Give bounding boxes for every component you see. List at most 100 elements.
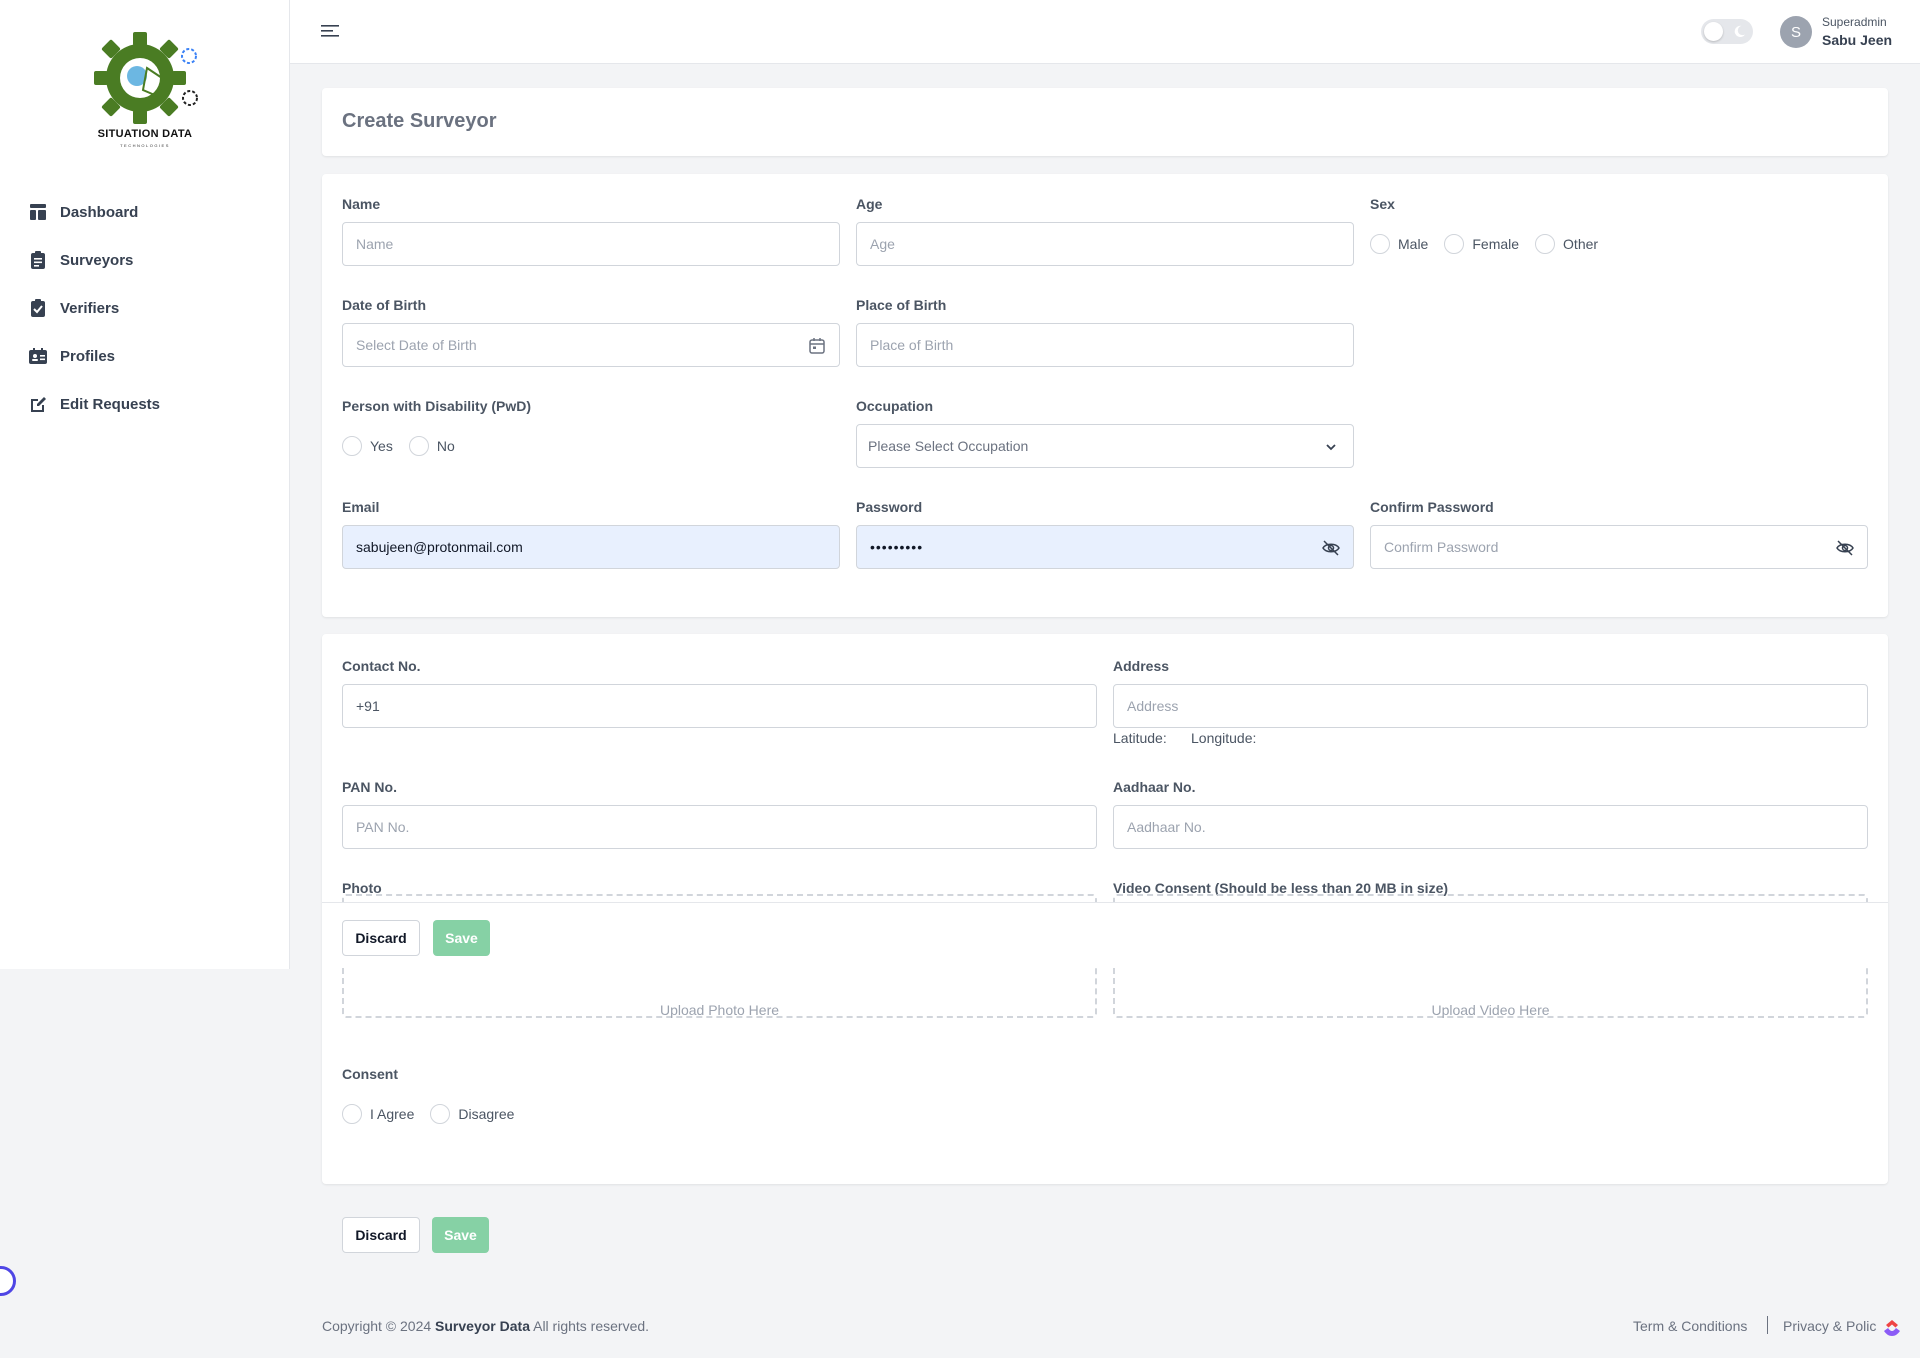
- page-title-card: Create Surveyor: [322, 88, 1888, 156]
- floating-ring-icon[interactable]: [0, 1266, 16, 1296]
- company-name: Surveyor Data: [435, 1318, 530, 1334]
- gear-logo-icon: [94, 32, 198, 124]
- clipboard-list-icon: [31, 251, 45, 269]
- calendar-icon[interactable]: [807, 336, 827, 356]
- user-role: Superadmin: [1822, 15, 1887, 29]
- toggle-knob: [1704, 22, 1723, 41]
- radio-label: I Agree: [370, 1106, 415, 1122]
- brand-tagline: TECHNOLOGIES: [120, 143, 170, 148]
- contact-label: Contact No.: [342, 658, 421, 674]
- longitude-label: Longitude:: [1191, 730, 1257, 746]
- copyright-suffix: All rights reserved.: [533, 1318, 650, 1334]
- radio-circle: [1535, 234, 1556, 254]
- eye-off-icon[interactable]: [1835, 538, 1855, 558]
- confirm-password-input[interactable]: Confirm Password: [1370, 525, 1868, 569]
- brand-logo[interactable]: SITUATION DATA TECHNOLOGIES: [85, 28, 205, 152]
- password-label: Password: [856, 499, 923, 515]
- pob-input[interactable]: Place of Birth: [856, 323, 1354, 367]
- sidebar-item-label: Edit Requests: [60, 395, 161, 413]
- pwd-label: Person with Disability (PwD): [342, 398, 532, 414]
- pwd-yes-radio[interactable]: Yes: [342, 436, 393, 456]
- video-dropzone-text: Upload Video Here: [1431, 1002, 1550, 1018]
- occupation-label: Occupation: [856, 398, 934, 414]
- radio-circle: [1444, 234, 1465, 254]
- radio-label: Female: [1472, 236, 1520, 252]
- pan-input[interactable]: PAN No.: [342, 805, 1097, 849]
- save-button[interactable]: Save: [433, 920, 490, 956]
- sidebar-item-verifiers[interactable]: Verifiers: [28, 284, 160, 332]
- email-input[interactable]: sabujeen@protonmail.com: [342, 525, 840, 569]
- sex-label: Sex: [1370, 196, 1395, 212]
- contact-input[interactable]: +91: [342, 684, 1097, 728]
- radio-circle: [430, 1104, 451, 1124]
- footer-divider: [1767, 1316, 1768, 1334]
- confirm-password-placeholder: Confirm Password: [1384, 539, 1499, 555]
- sex-male-radio[interactable]: Male: [1370, 234, 1428, 254]
- id-card-icon: [29, 348, 47, 364]
- consent-disagree-radio[interactable]: Disagree: [430, 1104, 514, 1124]
- sidebar-item-surveyors[interactable]: Surveyors: [28, 236, 160, 284]
- consent-label: Consent: [342, 1066, 398, 1082]
- radio-label: Other: [1563, 236, 1599, 252]
- address-label: Address: [1113, 658, 1170, 674]
- consent-agree-radio[interactable]: I Agree: [342, 1104, 414, 1124]
- sidebar-item-profiles[interactable]: Profiles: [28, 332, 160, 380]
- eye-off-icon[interactable]: [1321, 538, 1341, 558]
- save-button-bottom[interactable]: Save: [432, 1217, 489, 1253]
- email-label: Email: [342, 499, 380, 515]
- sidebar-item-dashboard[interactable]: Dashboard: [28, 188, 160, 236]
- dob-label: Date of Birth: [342, 297, 426, 313]
- clickup-icon[interactable]: [1880, 1316, 1904, 1340]
- discard-button[interactable]: Discard: [342, 920, 420, 956]
- occupation-select[interactable]: Please Select Occupation: [856, 424, 1354, 468]
- sidebar-item-label: Profiles: [60, 347, 116, 365]
- user-name[interactable]: Sabu Jeen: [1822, 32, 1892, 48]
- copyright: Copyright © 2024 Surveyor Data All right…: [322, 1318, 649, 1334]
- sex-other-radio[interactable]: Other: [1535, 234, 1598, 254]
- sticky-action-bar: Discard Save: [322, 902, 1888, 966]
- password-value: •••••••••: [870, 539, 924, 555]
- chevron-down-icon: [1326, 444, 1336, 451]
- radio-label: Yes: [370, 438, 393, 454]
- dashboard-icon: [30, 204, 46, 220]
- name-label: Name: [342, 196, 381, 212]
- name-input[interactable]: Name: [342, 222, 840, 266]
- terms-link[interactable]: Term & Conditions: [1633, 1318, 1747, 1334]
- address-input[interactable]: Address: [1113, 684, 1868, 728]
- dob-input[interactable]: Select Date of Birth: [342, 323, 840, 367]
- age-input[interactable]: Age: [856, 222, 1354, 266]
- moon-icon: [1734, 25, 1746, 38]
- dob-placeholder: Select Date of Birth: [356, 337, 477, 353]
- pan-label: PAN No.: [342, 779, 397, 795]
- sidebar-nav: Dashboard Surveyors Verifiers Profiles E…: [28, 188, 160, 428]
- latitude-label: Latitude:: [1113, 730, 1167, 746]
- radio-label: No: [436, 438, 455, 454]
- discard-button-bottom[interactable]: Discard: [342, 1217, 420, 1253]
- aadhaar-input[interactable]: Aadhaar No.: [1113, 805, 1868, 849]
- pob-label: Place of Birth: [856, 297, 947, 313]
- sidebar-item-edit-requests[interactable]: Edit Requests: [28, 380, 160, 428]
- menu-icon[interactable]: [320, 21, 340, 41]
- pwd-no-radio[interactable]: No: [408, 436, 455, 456]
- personal-info-card: Name Name Age Age Sex Male Female Other …: [322, 174, 1888, 617]
- password-input[interactable]: •••••••••: [856, 525, 1354, 569]
- radio-label: Male: [1398, 236, 1429, 252]
- sex-female-radio[interactable]: Female: [1444, 234, 1519, 254]
- radio-circle: [1370, 234, 1390, 254]
- radio-label: Disagree: [458, 1106, 515, 1122]
- sidebar-item-label: Verifiers: [60, 299, 120, 317]
- pwd-radio-group: Yes No: [342, 436, 471, 456]
- photo-dropzone-text: Upload Photo Here: [659, 1002, 780, 1018]
- radio-circle: [408, 436, 429, 456]
- edit-icon: [31, 397, 46, 412]
- consent-radio-group: I Agree Disagree: [342, 1104, 530, 1124]
- brand-name: SITUATION DATA: [97, 128, 193, 140]
- avatar[interactable]: S: [1780, 16, 1812, 48]
- copyright-prefix: Copyright © 2024: [322, 1318, 432, 1334]
- occupation-selected: Please Select Occupation: [868, 438, 1029, 454]
- sidebar-item-label: Surveyors: [60, 251, 134, 269]
- privacy-link[interactable]: Privacy & Polic: [1783, 1318, 1879, 1334]
- radio-circle: [342, 436, 362, 456]
- page-title: Create Surveyor: [342, 110, 497, 132]
- theme-toggle[interactable]: [1701, 19, 1753, 44]
